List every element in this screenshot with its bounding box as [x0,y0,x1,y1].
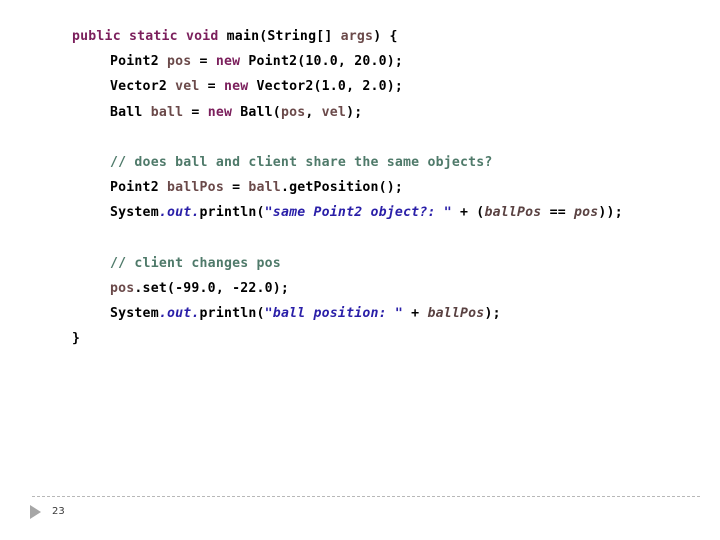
code-listing: public static void main(String[] args) {… [72,24,712,351]
code-token-plain: ); [484,306,501,322]
code-token-kw: public [72,29,121,44]
code-token-plain: Vector2(1.0, 2.0); [248,79,404,95]
code-token-plain: Vector2 [110,79,176,95]
code-token-plain: + ( [451,205,485,221]
code-token-kw: static [128,29,178,44]
code-line: System.out.println("ball position: " + b… [72,301,712,326]
code-token-plain: Point2(10.0, 20.0); [240,54,404,70]
code-token-plain: Point2 [110,180,167,196]
code-token-plain: == [541,205,574,221]
code-token-ident: pos [166,54,192,70]
code-line: Ball ball = new Ball(pos, vel); [72,100,712,125]
code-token-plain: } [72,331,81,347]
code-token-plain: .getPosition(); [280,180,404,196]
code-token-str: "ball position: " [264,306,404,322]
code-token-ident: vel [321,104,347,120]
code-line: Point2 pos = new Point2(10.0, 20.0); [72,49,712,74]
code-token-italic-id: ballPos [427,306,485,322]
code-token-plain: , [305,104,322,120]
code-line: System.out.println("same Point2 object?:… [72,200,712,225]
code-token-kw: new [215,54,241,70]
code-token-plain: + [403,306,428,322]
code-token-italic-id: ballPos [484,205,542,221]
code-token-field: .out. [158,205,200,221]
code-token-plain: = [183,104,208,120]
code-line: // does ball and client share the same o… [72,150,712,175]
code-token-plain: println( [199,306,265,322]
code-line: pos.set(-99.0, -22.0); [72,276,712,301]
code-token-plain: = [199,79,224,95]
code-token-ident: ball [150,104,184,120]
code-token-plain: main(String[] [218,29,341,44]
page-number: 23 [52,506,65,517]
code-token-plain: Ball [110,104,151,120]
code-token-plain: = [191,54,216,70]
code-token-plain: ); [346,104,363,120]
code-token-ident: ballPos [166,180,224,196]
footer-divider [32,496,700,497]
code-token-field: .out. [158,306,200,322]
code-token-ident: pos [280,104,306,120]
code-token-ident: pos [110,280,135,296]
code-line: // client changes pos [72,251,712,276]
code-token-kw: new [223,79,249,95]
code-token-cmt: // does ball and client share the same o… [110,154,493,170]
code-token-plain: )); [598,205,623,221]
code-line: Point2 ballPos = ball.getPosition(); [72,175,712,200]
slide-canvas: public static void main(String[] args) {… [0,0,720,540]
code-token-plain: Point2 [110,54,167,70]
code-token-plain: Ball( [232,104,281,120]
code-token-plain: .set(-99.0, -22.0); [134,280,290,296]
code-line: Vector2 vel = new Vector2(1.0, 2.0); [72,74,712,99]
code-token-plain: System [110,306,159,322]
code-token-plain: ) { [373,29,398,44]
code-token-kw: void [185,29,219,44]
code-token-cmt: // client changes pos [110,255,281,271]
code-token-ident: vel [175,79,200,95]
code-token-plain: System [110,205,159,221]
code-token-italic-id: pos [574,205,599,221]
code-token-kw: new [207,104,233,120]
code-token-ident: ball [248,180,281,196]
code-line: } [72,326,712,351]
code-token-ident: args [340,29,374,44]
code-token-plain: = [223,180,249,196]
code-line: public static void main(String[] args) { [72,24,712,49]
code-token-plain: println( [199,205,265,221]
code-token-str: "same Point2 object?: " [264,205,452,221]
triangle-right-icon [30,505,41,519]
page-marker: 23 [30,505,65,519]
